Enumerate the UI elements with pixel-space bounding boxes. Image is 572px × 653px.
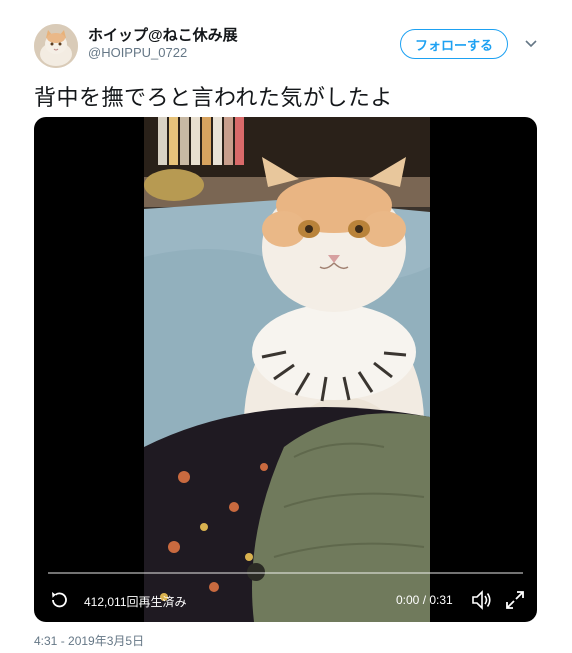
tweet-card: ホイップ@ねこ休み展 @HOIPPU_0722 フォローする 背中を撫でろと言わ… bbox=[0, 0, 572, 653]
video-frame[interactable] bbox=[144, 117, 430, 622]
replay-icon[interactable] bbox=[48, 589, 70, 611]
volume-icon[interactable] bbox=[470, 588, 494, 612]
user-handle[interactable]: @HOIPPU_0722 bbox=[88, 45, 187, 60]
chevron-down-icon[interactable] bbox=[523, 36, 539, 52]
follow-button[interactable]: フォローする bbox=[400, 29, 508, 59]
video-progress-track[interactable] bbox=[48, 572, 523, 574]
video-time: 0:00 / 0:31 bbox=[396, 593, 453, 607]
view-count: 412,011回再生済み bbox=[84, 595, 187, 609]
video-controls: 412,011回再生済み 0:00 / 0:31 bbox=[34, 585, 537, 615]
tweet-text: 背中を撫でろと言われた気がしたよ bbox=[34, 85, 393, 110]
avatar[interactable] bbox=[34, 24, 78, 68]
tweet-timestamp[interactable]: 4:31 - 2019年3月5日 bbox=[34, 632, 144, 649]
fullscreen-icon[interactable] bbox=[504, 589, 526, 611]
video-player[interactable]: 412,011回再生済み 0:00 / 0:31 bbox=[34, 117, 537, 622]
display-name[interactable]: ホイップ@ねこ休み展 bbox=[88, 24, 238, 45]
